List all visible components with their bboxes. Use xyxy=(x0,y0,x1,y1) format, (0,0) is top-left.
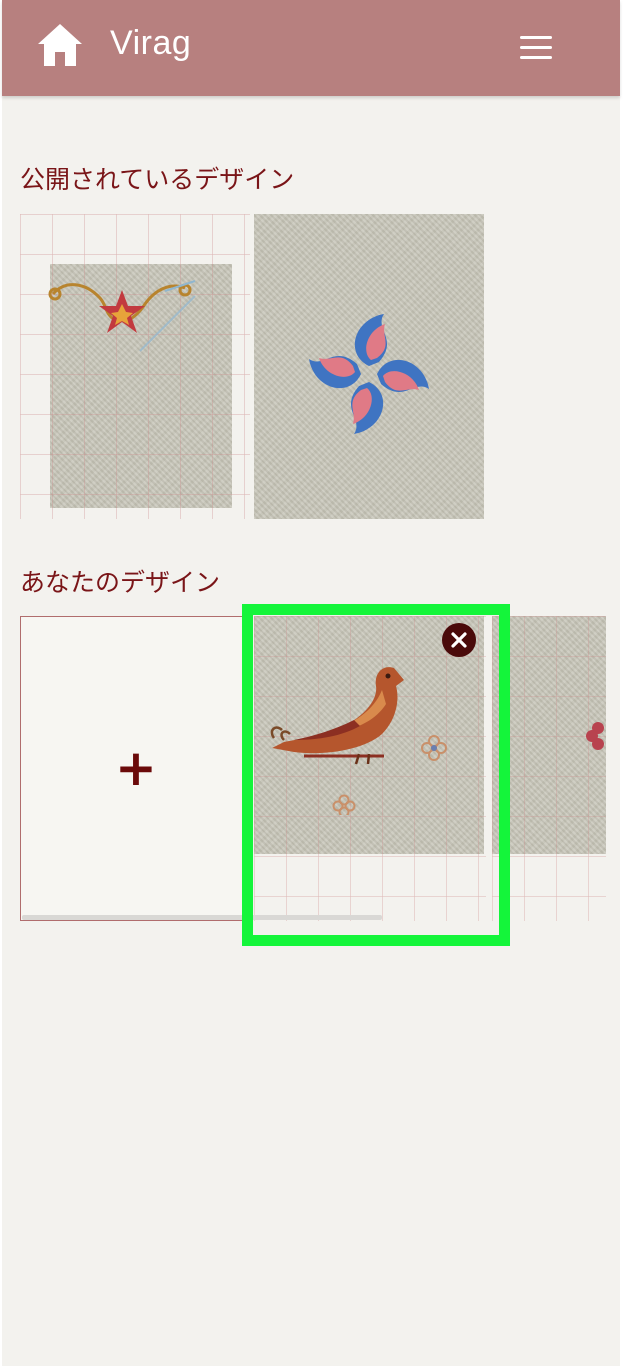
app-header: Virag xyxy=(2,0,620,96)
plus-icon: + xyxy=(115,739,157,797)
hamburger-menu-icon xyxy=(520,36,552,39)
bird-embroidery-image xyxy=(270,667,447,815)
menu-button[interactable] xyxy=(518,34,554,62)
remove-design-button[interactable] xyxy=(442,623,476,657)
public-design-star[interactable] xyxy=(20,214,250,519)
public-designs-title: 公開されているデザイン xyxy=(20,165,295,194)
public-design-tulip[interactable] xyxy=(254,214,484,519)
your-design-bird[interactable] xyxy=(254,616,486,921)
your-designs-title: あなたのデザイン xyxy=(20,568,221,597)
tulip-pinwheel-image xyxy=(309,314,429,434)
your-design-flower[interactable] xyxy=(492,616,606,921)
app-title: Virag xyxy=(110,24,192,62)
page: Virag 公開されているデザイン あなたのデザイン + xyxy=(2,0,620,1366)
horizontal-scrollbar[interactable] xyxy=(22,915,382,920)
close-icon xyxy=(451,632,467,648)
flower-embroidery-image xyxy=(586,722,604,750)
home-icon xyxy=(38,24,82,66)
star-ornament-image xyxy=(48,280,196,352)
home-button[interactable] xyxy=(36,22,84,68)
add-design-button[interactable]: + xyxy=(20,616,250,921)
